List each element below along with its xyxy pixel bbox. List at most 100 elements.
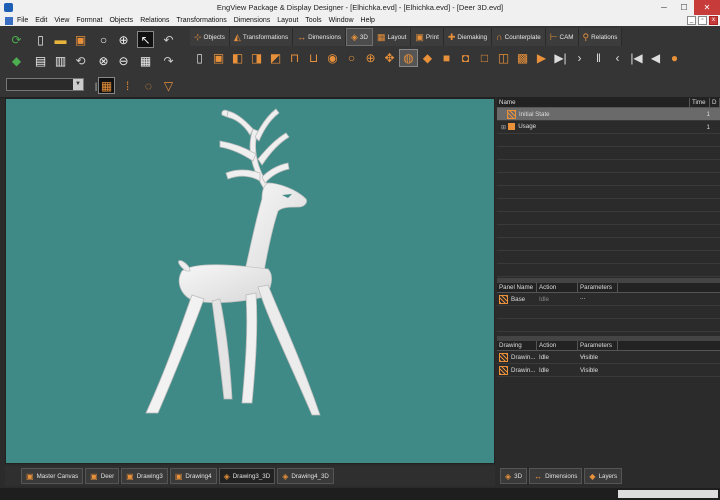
new-file-icon[interactable]: ▯ xyxy=(32,31,49,48)
zoom-out-icon[interactable]: ⊖ xyxy=(115,52,132,69)
snap-points-icon[interactable]: ⁞ xyxy=(119,77,136,94)
doc-minimize-button[interactable]: _ xyxy=(687,16,696,25)
pan-icon[interactable]: ✥ xyxy=(380,49,399,67)
col-action[interactable]: Action xyxy=(537,283,578,292)
snap-lasso-icon[interactable]: ◌ xyxy=(140,77,157,94)
tab-dimensions[interactable]: ↔ Dimensions xyxy=(293,28,346,46)
tab-master-canvas[interactable]: ▣ Master Canvas xyxy=(21,468,84,484)
solid-view-icon[interactable]: ■ xyxy=(437,49,456,67)
tab-drawing4[interactable]: ▣ Drawing4 xyxy=(169,468,217,484)
wire-view-icon[interactable]: □ xyxy=(475,49,494,67)
col-drawing-action[interactable]: Action xyxy=(537,341,578,350)
step-back-icon[interactable]: ◀ xyxy=(646,49,665,67)
align-left-icon[interactable]: ◨ xyxy=(247,49,266,67)
tab-panel-layers[interactable]: ◆ Layers xyxy=(584,468,623,484)
tab-3d[interactable]: ◈ 3D xyxy=(346,28,373,46)
open-folder-icon[interactable]: ▬ xyxy=(52,31,69,48)
tab-transformations[interactable]: ◭ Transformations xyxy=(229,28,294,46)
grid-icon[interactable]: ▦ xyxy=(137,52,154,69)
refresh-icon[interactable]: ⟳ xyxy=(8,31,25,48)
prev-icon[interactable]: ‹ xyxy=(608,49,627,67)
col-panel-name[interactable]: Panel Name xyxy=(497,283,537,292)
tab-panel-dimensions[interactable]: ↔ Dimensions xyxy=(529,468,583,484)
panel-icon[interactable]: ▣ xyxy=(209,49,228,67)
zoom-3d-icon[interactable]: ○ xyxy=(342,49,361,67)
image-view-icon[interactable]: ▩ xyxy=(513,49,532,67)
layer-select[interactable]: ▼ xyxy=(6,78,84,91)
undo-icon[interactable]: ↶ xyxy=(160,31,177,48)
print-icon[interactable]: ▤ xyxy=(32,52,49,69)
tab-drawing3[interactable]: ▣ Drawing3 xyxy=(121,468,168,484)
rotate-icon[interactable]: ⟲ xyxy=(72,52,89,69)
expand-icon[interactable]: ⊞ xyxy=(501,124,506,131)
green-tool-icon[interactable]: ◆ xyxy=(8,52,25,69)
search-icon[interactable]: ○ xyxy=(95,31,112,48)
tab-objects[interactable]: ⊹ Objects xyxy=(190,28,230,46)
shaded-view-icon[interactable]: ◘ xyxy=(456,49,475,67)
next-icon[interactable]: › xyxy=(570,49,589,67)
menu-relations[interactable]: Relations xyxy=(140,17,169,24)
tab-layout[interactable]: ▦ Layout xyxy=(372,28,412,46)
orbit-icon[interactable]: ◍ xyxy=(399,49,418,67)
drawing-row[interactable]: Drawin... Idle Visible xyxy=(497,351,720,364)
menu-tools[interactable]: Tools xyxy=(305,17,321,24)
tab-relations[interactable]: ⚲ Relations xyxy=(578,28,623,46)
snap-grid-icon[interactable]: ▦ xyxy=(98,77,115,94)
menu-file[interactable]: File xyxy=(17,17,28,24)
pause-icon[interactable]: ‖ xyxy=(589,49,608,67)
col-name[interactable]: Name xyxy=(497,98,690,107)
page-icon[interactable]: ▯ xyxy=(190,49,209,67)
history-row-initial-state[interactable]: Initial State 1 xyxy=(497,108,720,121)
menu-help[interactable]: Help xyxy=(361,17,375,24)
tab-counterplate[interactable]: ∩ Counterplate xyxy=(492,28,546,46)
doc-close-button[interactable]: x xyxy=(709,16,718,25)
minimize-button[interactable]: ─ xyxy=(654,0,674,15)
close-button[interactable]: ✕ xyxy=(694,0,720,15)
step-forward-icon[interactable]: ▶| xyxy=(551,49,570,67)
tab-drawing4-3d[interactable]: ◈ Drawing4_3D xyxy=(277,468,334,484)
zoom-plus-3d-icon[interactable]: ⊕ xyxy=(361,49,380,67)
chevron-down-icon[interactable]: ▼ xyxy=(73,79,83,90)
join-icon[interactable]: ⊔ xyxy=(304,49,323,67)
menu-dimensions[interactable]: Dimensions xyxy=(234,17,271,24)
col-drawing[interactable]: Drawing xyxy=(497,341,537,350)
tab-diemaking[interactable]: ✚ Diemaking xyxy=(443,28,493,46)
menu-edit[interactable]: Edit xyxy=(35,17,47,24)
pointer-icon[interactable]: ↖ xyxy=(137,31,154,48)
save-icon[interactable]: ▣ xyxy=(72,31,89,48)
play-icon[interactable]: ▶ xyxy=(532,49,551,67)
snap-filter-icon[interactable]: ▽ xyxy=(160,77,177,94)
col-drawing-params[interactable]: Parameters ... xyxy=(578,341,618,359)
menu-window[interactable]: Window xyxy=(329,17,354,24)
col-parameters[interactable]: Parameters ... xyxy=(578,283,618,301)
tab-panel-3d[interactable]: ◈ 3D xyxy=(500,468,528,484)
doc-restore-button[interactable]: ▫ xyxy=(698,16,707,25)
print-preview-icon[interactable]: ▥ xyxy=(52,52,69,69)
menu-view[interactable]: View xyxy=(54,17,69,24)
tab-drawing3-3d[interactable]: ◈ Drawing3_3D xyxy=(218,468,276,484)
zoom-in-icon[interactable]: ⊕ xyxy=(115,31,132,48)
align-icon[interactable]: ◩ xyxy=(266,49,285,67)
rewind-icon[interactable]: |◀ xyxy=(627,49,646,67)
box-icon[interactable]: ◆ xyxy=(418,49,437,67)
document-icon[interactable] xyxy=(5,16,13,25)
menu-objects[interactable]: Objects xyxy=(109,17,133,24)
menu-layout[interactable]: Layout xyxy=(277,17,298,24)
panel-row-base[interactable]: Base Idle xyxy=(497,293,720,306)
connect-icon[interactable]: ⊓ xyxy=(285,49,304,67)
tab-cam[interactable]: ⊢ CAM xyxy=(545,28,579,46)
menu-transformations[interactable]: Transformations xyxy=(176,17,226,24)
tab-print[interactable]: ▣ Print xyxy=(411,28,444,46)
tab-deer[interactable]: ▣ Deer xyxy=(85,468,120,484)
record-icon[interactable]: ● xyxy=(665,49,684,67)
drawing-row[interactable]: Drawin... Idle Visible xyxy=(497,364,720,377)
3d-viewport[interactable] xyxy=(5,98,495,464)
zoom-window-icon[interactable]: ⊗ xyxy=(95,52,112,69)
history-row-usage[interactable]: ⊞ Usage 1 xyxy=(497,121,720,134)
maximize-button[interactable]: ☐ xyxy=(674,0,694,15)
redo-icon[interactable]: ↷ xyxy=(160,52,177,69)
col-time[interactable]: Time xyxy=(690,98,710,107)
glue-icon[interactable]: ◉ xyxy=(323,49,342,67)
menu-format[interactable]: Formnat xyxy=(76,17,102,24)
fold-icon[interactable]: ◧ xyxy=(228,49,247,67)
